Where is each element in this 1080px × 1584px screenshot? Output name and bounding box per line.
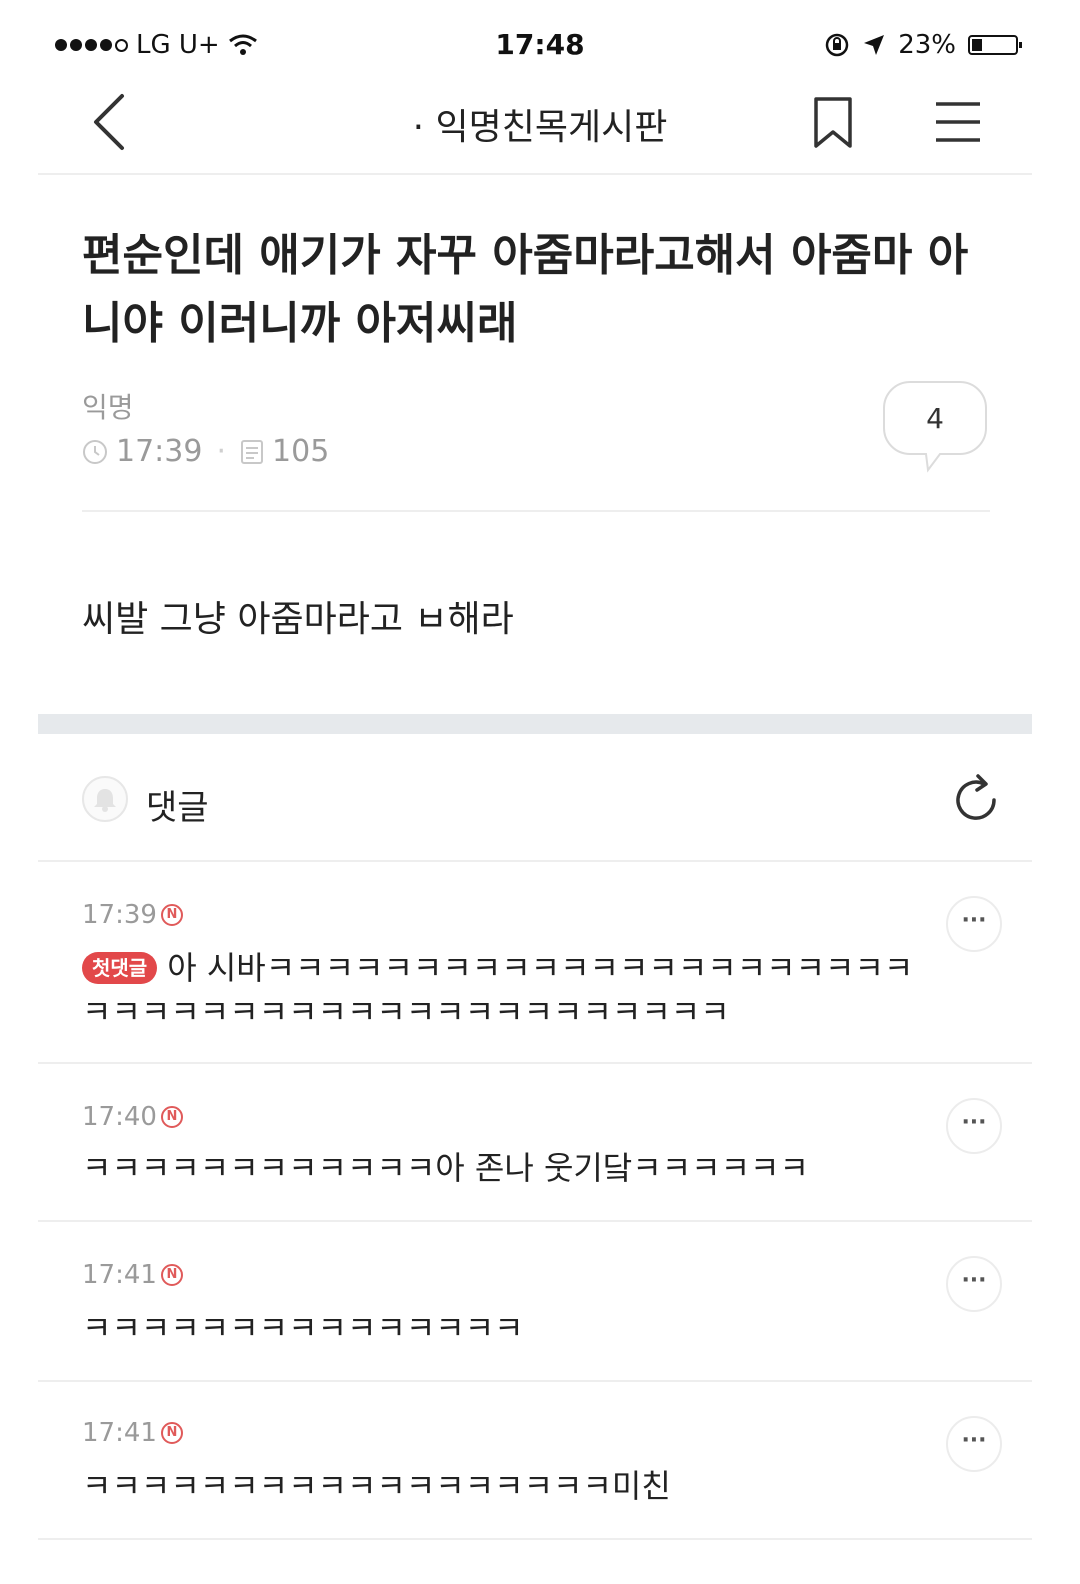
battery-icon bbox=[968, 35, 1022, 55]
comment-text-wrap: 첫댓글 아 시바ㅋㅋㅋㅋㅋㅋㅋㅋㅋㅋㅋㅋㅋㅋㅋㅋㅋㅋㅋㅋㅋㅋㅋㅋㅋㅋㅋㅋㅋㅋㅋㅋㅋ… bbox=[82, 946, 922, 1034]
comment-time: 17:40 bbox=[82, 1102, 157, 1132]
comment-meta: 17:41 N bbox=[82, 1418, 183, 1448]
post-views: 105 bbox=[272, 434, 330, 469]
post-title: 편순인데 애기가 자꾸 아줌마라고해서 아줌마 아니야 이러니까 아저씨래 bbox=[82, 230, 969, 349]
comment-meta: 17:39 N bbox=[82, 900, 183, 930]
header-divider bbox=[38, 173, 1032, 175]
location-arrow-icon bbox=[864, 35, 885, 55]
comment-text: ㅋㅋㅋㅋㅋㅋㅋㅋㅋㅋㅋㅋㅋㅋㅋ bbox=[82, 1309, 524, 1347]
comment-time: 17:41 bbox=[82, 1418, 157, 1448]
comments-label: 댓글 bbox=[146, 788, 209, 828]
comment-meta: 17:40 N bbox=[82, 1102, 183, 1132]
first-comment-badge: 첫댓글 bbox=[82, 952, 158, 984]
more-options-button[interactable]: ··· bbox=[946, 1416, 1002, 1472]
post-author: 익명 bbox=[82, 391, 134, 424]
more-options-button[interactable]: ··· bbox=[946, 1098, 1002, 1154]
more-options-button[interactable]: ··· bbox=[946, 1256, 1002, 1312]
comment-item: 17:40 N ㅋㅋㅋㅋㅋㅋㅋㅋㅋㅋㅋㅋ아 존나 웃기닼ㅋㅋㅋㅋㅋㅋ ··· bbox=[38, 1064, 1032, 1222]
comment-item: 17:39 N 첫댓글 아 시바ㅋㅋㅋㅋㅋㅋㅋㅋㅋㅋㅋㅋㅋㅋㅋㅋㅋㅋㅋㅋㅋㅋㅋㅋㅋ… bbox=[38, 862, 1032, 1064]
bookmark-icon[interactable] bbox=[812, 96, 854, 150]
battery-percent: 23% bbox=[898, 30, 956, 60]
comment-text: ㅋㅋㅋㅋㅋㅋㅋㅋㅋㅋㅋㅋ아 존나 웃기닼ㅋㅋㅋㅋㅋㅋ bbox=[82, 1149, 809, 1187]
status-right: 23% bbox=[824, 30, 1022, 60]
new-badge: N bbox=[160, 904, 183, 926]
meta-separator: · bbox=[216, 434, 227, 469]
more-options-button[interactable]: ··· bbox=[946, 896, 1002, 952]
refresh-icon[interactable] bbox=[948, 772, 1004, 828]
comment-count[interactable]: 4 bbox=[880, 402, 990, 435]
hamburger-menu-icon[interactable] bbox=[934, 98, 982, 146]
new-badge: N bbox=[160, 1264, 183, 1286]
comment-time: 17:39 bbox=[82, 900, 157, 930]
status-bar: LG U+ 17:48 23% bbox=[0, 0, 1080, 90]
rotation-lock-icon bbox=[825, 33, 849, 57]
comment-text: 아 시바ㅋㅋㅋㅋㅋㅋㅋㅋㅋㅋㅋㅋㅋㅋㅋㅋㅋㅋㅋㅋㅋㅋㅋㅋㅋㅋㅋㅋㅋㅋㅋㅋㅋㅋㅋㅋ… bbox=[82, 949, 914, 1031]
board-title: · 익명친목게시판 bbox=[412, 107, 668, 148]
comment-meta: 17:41 N bbox=[82, 1260, 183, 1290]
comment-text: ㅋㅋㅋㅋㅋㅋㅋㅋㅋㅋㅋㅋㅋㅋㅋㅋㅋㅋ미친 bbox=[82, 1467, 671, 1505]
section-divider bbox=[38, 714, 1032, 734]
comment-time: 17:41 bbox=[82, 1260, 157, 1290]
comment-item: 17:41 N ㅋㅋㅋㅋㅋㅋㅋㅋㅋㅋㅋㅋㅋㅋㅋ ··· bbox=[38, 1222, 1032, 1382]
post-time: 17:39 bbox=[116, 434, 203, 469]
views-icon bbox=[241, 439, 264, 464]
comment-item: 17:41 N ㅋㅋㅋㅋㅋㅋㅋㅋㅋㅋㅋㅋㅋㅋㅋㅋㅋㅋ미친 ··· bbox=[38, 1382, 1032, 1542]
bell-icon[interactable] bbox=[82, 776, 128, 822]
post-body: 씨발 그냥 아줌마라고 ㅂ해라 bbox=[82, 599, 514, 640]
clock-icon bbox=[83, 439, 107, 464]
post-separator bbox=[82, 510, 990, 512]
new-badge: N bbox=[160, 1422, 183, 1444]
new-badge: N bbox=[160, 1106, 183, 1128]
post-meta: 17:39 · 105 bbox=[82, 434, 329, 469]
comment-separator bbox=[38, 1538, 1032, 1540]
